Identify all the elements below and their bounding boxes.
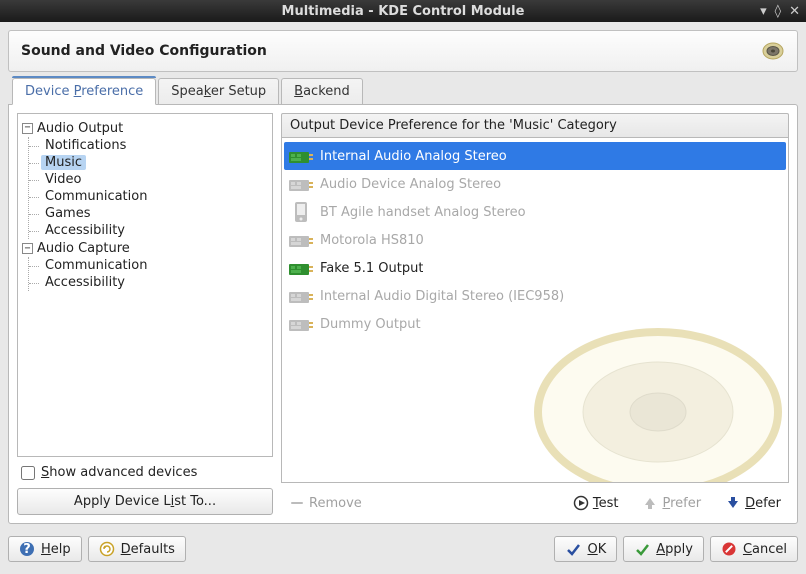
show-advanced-checkbox-input[interactable] bbox=[21, 466, 35, 480]
show-advanced-checkbox[interactable]: Show advanced devices bbox=[17, 463, 273, 482]
tree-leaf-communication[interactable]: Communication bbox=[41, 189, 151, 204]
test-label: Test bbox=[593, 496, 619, 511]
speaker-icon bbox=[761, 41, 785, 61]
remove-label: Remove bbox=[309, 496, 362, 511]
ok-icon bbox=[565, 541, 581, 557]
tree-branch-audio-capture[interactable]: − Audio Capture bbox=[22, 240, 130, 257]
test-button[interactable]: Test bbox=[565, 491, 627, 515]
help-button[interactable]: ? Help bbox=[8, 536, 82, 562]
device-item-label: Fake 5.1 Output bbox=[320, 261, 423, 276]
remove-icon bbox=[289, 495, 305, 511]
apply-device-list-button[interactable]: Apply Device List To... bbox=[17, 488, 273, 515]
device-item-label: Internal Audio Analog Stereo bbox=[320, 149, 507, 164]
prefer-button[interactable]: Prefer bbox=[634, 491, 709, 515]
expand-icon[interactable]: − bbox=[22, 243, 33, 254]
sound-card-icon bbox=[288, 258, 314, 278]
ok-button[interactable]: OK bbox=[554, 536, 617, 562]
device-item-label: BT Agile handset Analog Stereo bbox=[320, 205, 526, 220]
defaults-button[interactable]: Defaults bbox=[88, 536, 186, 562]
window-maximize-icon[interactable]: ◊ bbox=[775, 4, 781, 19]
device-item[interactable]: Internal Audio Digital Stereo (IEC958) bbox=[284, 282, 786, 310]
ok-label: OK bbox=[587, 542, 606, 557]
apply-icon bbox=[634, 541, 650, 557]
window-body: Sound and Video Configuration Device Pre… bbox=[0, 22, 806, 574]
device-item-label: Dummy Output bbox=[320, 317, 421, 332]
page-header: Sound and Video Configuration bbox=[8, 30, 798, 72]
sound-card-icon bbox=[288, 146, 314, 166]
window-titlebar: Multimedia - KDE Control Module ▾ ◊ ✕ bbox=[0, 0, 806, 22]
tree-leaf-games[interactable]: Games bbox=[41, 206, 94, 221]
tree-leaf-communication[interactable]: Communication bbox=[41, 258, 151, 273]
cancel-button[interactable]: Cancel bbox=[710, 536, 798, 562]
show-advanced-label: Show advanced devices bbox=[41, 465, 197, 480]
device-item[interactable]: BT Agile handset Analog Stereo bbox=[284, 198, 786, 226]
phone-icon bbox=[288, 202, 314, 222]
page-title: Sound and Video Configuration bbox=[21, 43, 267, 59]
tree-leaf-accessibility[interactable]: Accessibility bbox=[41, 275, 129, 290]
apply-device-list-label: Apply Device List To... bbox=[74, 494, 216, 509]
apply-label: Apply bbox=[656, 542, 693, 557]
help-label: Help bbox=[41, 542, 71, 557]
device-item[interactable]: Fake 5.1 Output bbox=[284, 254, 786, 282]
prefer-label: Prefer bbox=[662, 496, 701, 511]
defer-button[interactable]: Defer bbox=[717, 491, 789, 515]
arrow-down-icon bbox=[725, 495, 741, 511]
tab-panel-device-preference: − Audio Output Notifications Music Video Co… bbox=[8, 104, 798, 524]
category-tree[interactable]: − Audio Output Notifications Music Video Co… bbox=[17, 113, 273, 457]
play-icon bbox=[573, 495, 589, 511]
svg-text:?: ? bbox=[23, 542, 31, 557]
tab-device-preference[interactable]: Device Preference bbox=[12, 78, 156, 105]
tab-bar: Device PreferenceSpeaker SetupBackend bbox=[8, 78, 798, 105]
tree-leaf-video[interactable]: Video bbox=[41, 172, 85, 187]
tree-leaf-accessibility[interactable]: Accessibility bbox=[41, 223, 129, 238]
window-close-icon[interactable]: ✕ bbox=[789, 4, 800, 19]
window-minimize-icon[interactable]: ▾ bbox=[760, 4, 767, 19]
tree-leaf-music[interactable]: Music bbox=[41, 155, 86, 170]
sound-card-icon bbox=[288, 314, 314, 334]
sound-card-icon bbox=[288, 174, 314, 194]
device-item[interactable]: Motorola HS810 bbox=[284, 226, 786, 254]
defaults-icon bbox=[99, 541, 115, 557]
device-item-label: Motorola HS810 bbox=[320, 233, 424, 248]
device-item[interactable]: Dummy Output bbox=[284, 310, 786, 338]
device-list-header: Output Device Preference for the 'Music'… bbox=[281, 113, 789, 137]
cancel-label: Cancel bbox=[743, 542, 787, 557]
device-item-label: Internal Audio Digital Stereo (IEC958) bbox=[320, 289, 564, 304]
tree-leaf-notifications[interactable]: Notifications bbox=[41, 138, 130, 153]
tree-branch-audio-output[interactable]: − Audio Output bbox=[22, 120, 123, 137]
sound-card-icon bbox=[288, 286, 314, 306]
apply-button[interactable]: Apply bbox=[623, 536, 704, 562]
window-title: Multimedia - KDE Control Module bbox=[282, 4, 525, 19]
remove-button[interactable]: Remove bbox=[281, 491, 370, 515]
defaults-label: Defaults bbox=[121, 542, 175, 557]
dialog-button-bar: ? Help Defaults OK Apply C bbox=[8, 532, 798, 566]
sound-card-icon bbox=[288, 230, 314, 250]
device-item[interactable]: Audio Device Analog Stereo bbox=[284, 170, 786, 198]
tab-backend[interactable]: Backend bbox=[281, 78, 363, 105]
arrow-up-icon bbox=[642, 495, 658, 511]
expand-icon[interactable]: − bbox=[22, 123, 33, 134]
defer-label: Defer bbox=[745, 496, 781, 511]
device-item-label: Audio Device Analog Stereo bbox=[320, 177, 501, 192]
tab-speaker-setup[interactable]: Speaker Setup bbox=[158, 78, 279, 105]
help-icon: ? bbox=[19, 541, 35, 557]
device-item[interactable]: Internal Audio Analog Stereo bbox=[284, 142, 786, 170]
cancel-icon bbox=[721, 541, 737, 557]
device-list[interactable]: Internal Audio Analog Stereo Audio Device… bbox=[281, 137, 789, 483]
